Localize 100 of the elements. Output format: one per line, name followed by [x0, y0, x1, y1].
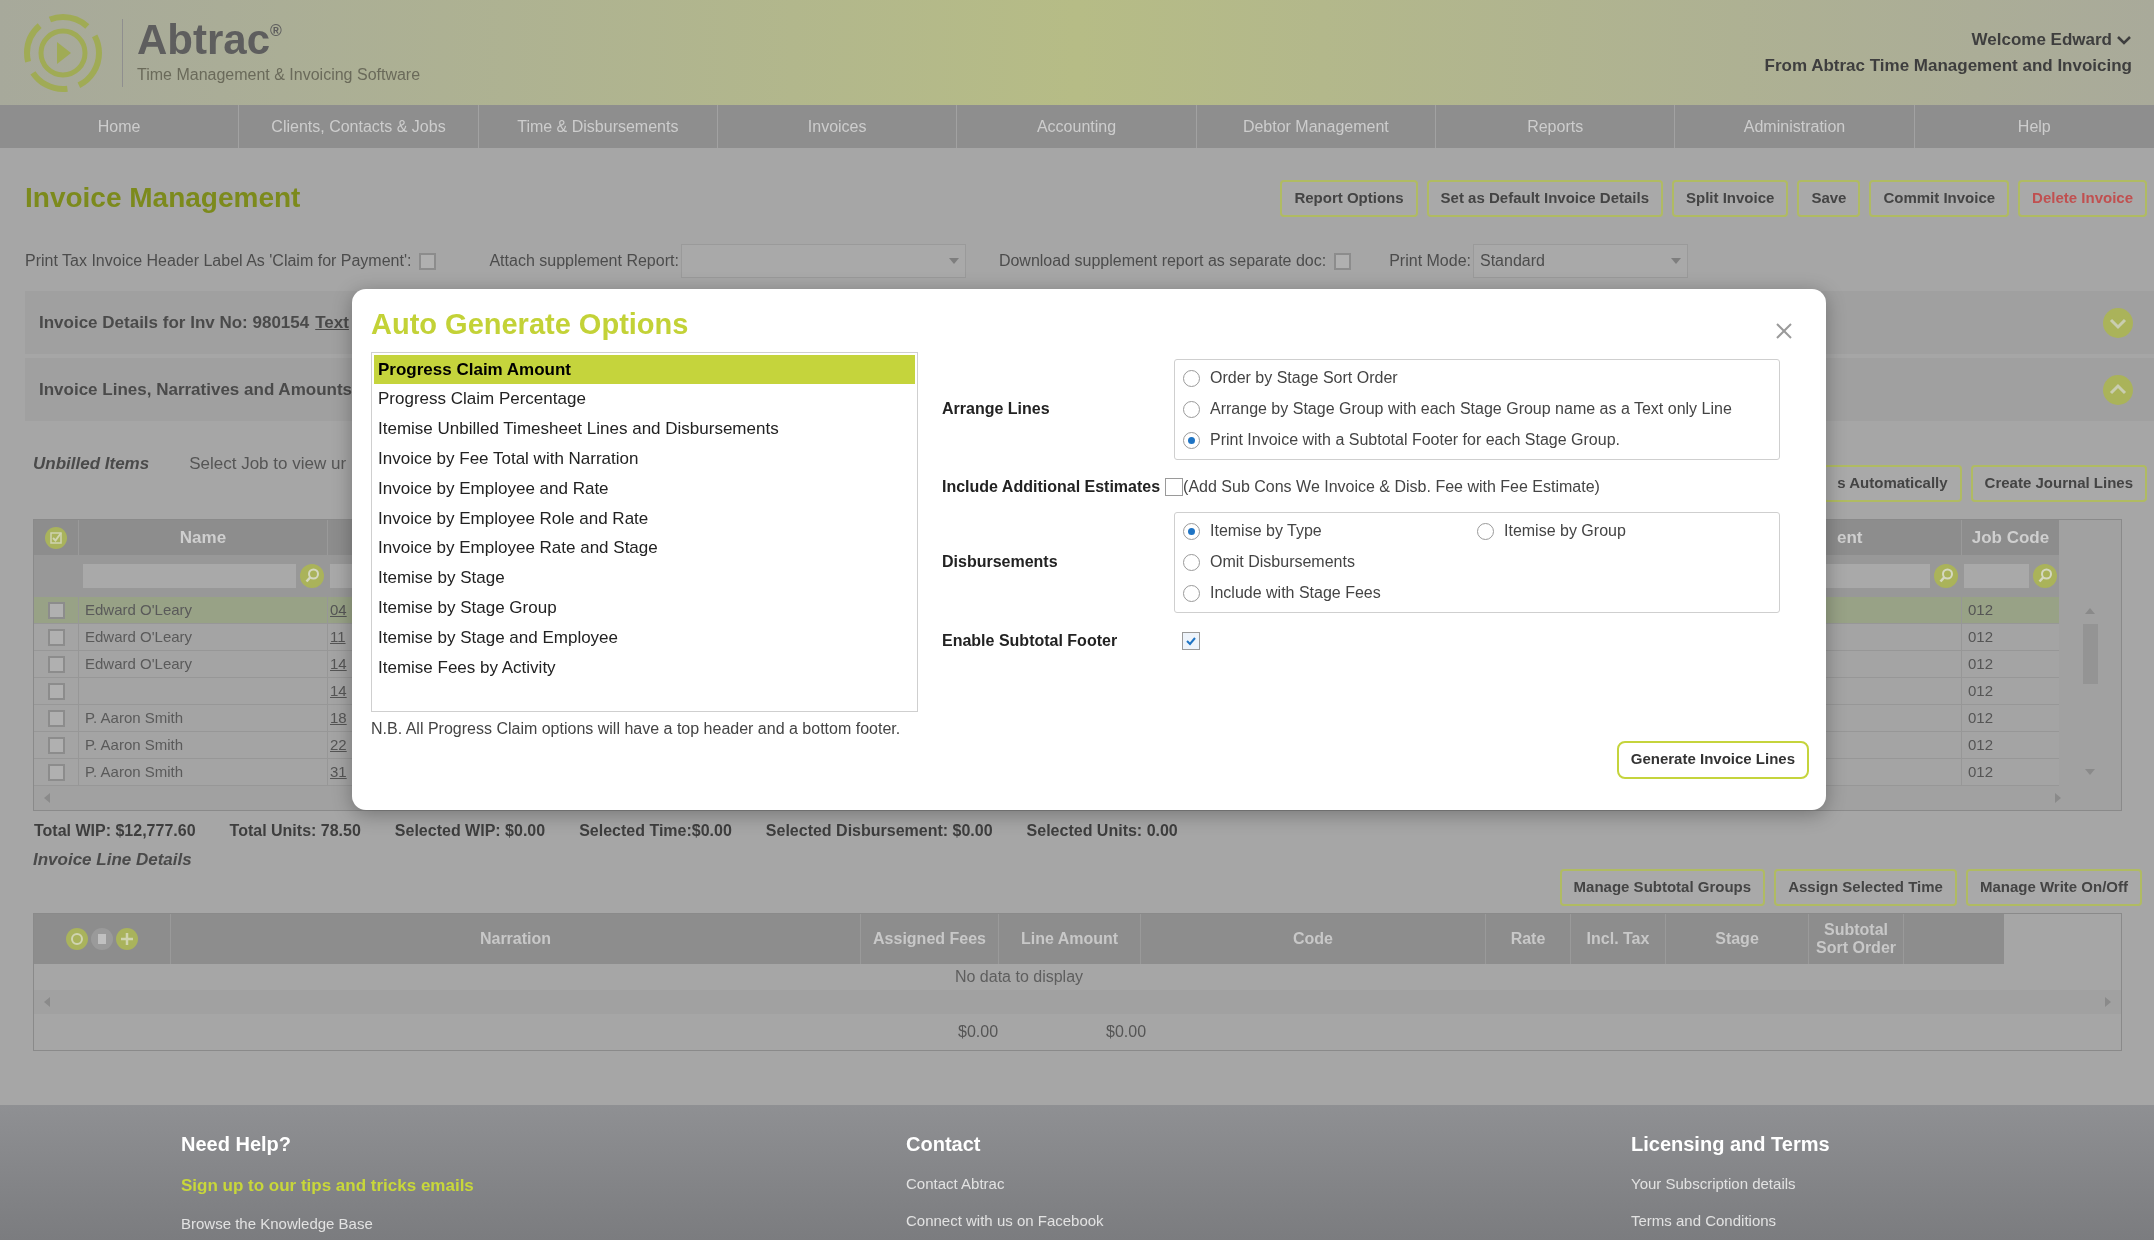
- action-button[interactable]: Save: [1797, 179, 1861, 217]
- action-button[interactable]: Delete Invoice: [2018, 179, 2147, 217]
- checkbox[interactable]: [47, 763, 65, 781]
- total-label: Selected Time:$0.00: [579, 821, 732, 841]
- list-item[interactable]: Progress Claim Amount: [374, 354, 915, 385]
- close-icon[interactable]: [1776, 323, 1792, 339]
- radio-button[interactable]: [1183, 400, 1200, 418]
- radio-button[interactable]: [1477, 522, 1494, 540]
- checkbox[interactable]: [47, 709, 65, 727]
- empty-message: No data to display: [954, 967, 1084, 987]
- column-header[interactable]: Stage: [1666, 914, 1809, 964]
- footer-heading: Contact: [906, 1132, 982, 1157]
- trash-icon[interactable]: [91, 928, 113, 950]
- list-item[interactable]: Invoice by Employee Role and Rate: [374, 503, 915, 534]
- list-item[interactable]: Progress Claim Percentage: [374, 384, 915, 415]
- search-icon[interactable]: [1934, 564, 1958, 588]
- nav-item[interactable]: Debtor Management: [1196, 105, 1436, 148]
- table-link[interactable]: 04: [330, 598, 347, 622]
- checkbox[interactable]: [47, 682, 65, 700]
- checkbox[interactable]: [1182, 631, 1200, 650]
- select-all-icon[interactable]: [45, 526, 67, 549]
- nav-item[interactable]: Administration: [1675, 105, 1915, 148]
- nav-item[interactable]: Clients, Contacts & Jobs: [239, 105, 479, 148]
- column-header[interactable]: Subtotal Sort Order: [1809, 914, 1904, 964]
- total-label: Total Units: 78.50: [229, 821, 361, 841]
- column-header[interactable]: Narration: [171, 914, 861, 964]
- table-link[interactable]: 14: [330, 679, 347, 703]
- table-link[interactable]: 31: [330, 760, 347, 784]
- chevron-up-icon[interactable]: [2102, 373, 2134, 406]
- footer-link[interactable]: Connect with us on Facebook: [906, 1209, 1631, 1232]
- search-icon[interactable]: [2033, 564, 2057, 588]
- radio-button[interactable]: [1183, 431, 1200, 449]
- action-button[interactable]: Create Journal Lines: [1970, 465, 2147, 502]
- checkbox[interactable]: [47, 655, 65, 673]
- checkbox[interactable]: [47, 736, 65, 754]
- list-item[interactable]: Itemise by Stage Group: [374, 592, 915, 623]
- column-header[interactable]: Name: [79, 520, 328, 555]
- table-link[interactable]: 14: [330, 652, 347, 676]
- footer-link[interactable]: Contact Abtrac: [906, 1173, 1631, 1196]
- table-link[interactable]: 18: [330, 706, 347, 730]
- column-header[interactable]: Code: [1141, 914, 1486, 964]
- nav-item[interactable]: Invoices: [718, 105, 958, 148]
- column-header[interactable]: ent: [1825, 520, 1962, 555]
- filter-field[interactable]: [1825, 564, 1930, 588]
- checkbox[interactable]: [47, 628, 65, 646]
- refresh-icon[interactable]: [66, 928, 88, 950]
- nav-item[interactable]: Help: [1914, 105, 2154, 148]
- checkbox[interactable]: [1165, 477, 1184, 496]
- table-link[interactable]: 22: [330, 733, 347, 757]
- radio-button[interactable]: [1183, 584, 1200, 602]
- footer-link[interactable]: Terms and Conditions: [1631, 1209, 2154, 1232]
- add-icon[interactable]: [116, 928, 138, 950]
- radio-button[interactable]: [1183, 553, 1200, 571]
- nav-item[interactable]: Accounting: [957, 105, 1197, 148]
- footer-link[interactable]: Browse the Knowledge Base: [181, 1212, 906, 1235]
- nav-item[interactable]: Reports: [1436, 105, 1676, 148]
- list-item[interactable]: Itemise Unbilled Timesheet Lines and Disbursements: [374, 414, 915, 444]
- table-cell-text: P. Aaron Smith: [85, 707, 184, 728]
- supplement-select[interactable]: [680, 244, 966, 278]
- text-link[interactable]: Text: [315, 309, 349, 336]
- search-icon[interactable]: [300, 564, 324, 588]
- table-link[interactable]: 11: [330, 625, 346, 649]
- action-button[interactable]: Split Invoice: [1672, 179, 1789, 217]
- total-label: Total WIP: $12,777.60: [34, 821, 196, 841]
- checkbox[interactable]: [1334, 252, 1352, 270]
- column-header[interactable]: Rate: [1486, 914, 1571, 964]
- action-button[interactable]: s Automatically: [1823, 465, 1962, 502]
- action-button[interactable]: Set as Default Invoice Details: [1426, 179, 1663, 217]
- list-item[interactable]: Itemise Fees by Activity: [374, 652, 915, 683]
- footer-link[interactable]: Your Subscription details: [1631, 1173, 2154, 1196]
- table-cell-text: 012: [1968, 734, 1994, 755]
- nav-item[interactable]: Time & Disbursements: [478, 105, 718, 148]
- checkbox[interactable]: [47, 601, 65, 619]
- action-button[interactable]: Commit Invoice: [1869, 179, 2010, 217]
- column-header[interactable]: Job Code: [1962, 520, 2059, 555]
- list-item[interactable]: Invoice by Employee and Rate: [374, 473, 915, 504]
- radio-button[interactable]: [1183, 522, 1200, 540]
- checkbox[interactable]: [419, 252, 437, 270]
- action-button[interactable]: Manage Subtotal Groups: [1559, 869, 1766, 906]
- chevron-down-icon[interactable]: [2102, 306, 2134, 339]
- welcome-menu[interactable]: Welcome Edward: [1971, 27, 2132, 53]
- table-cell-text: 012: [1968, 761, 1994, 782]
- action-button[interactable]: Assign Selected Time: [1774, 869, 1957, 906]
- list-item[interactable]: Itemise by Stage: [374, 563, 915, 593]
- field-label: Disbursements: [942, 552, 1059, 572]
- list-item[interactable]: Invoice by Fee Total with Narration: [374, 443, 915, 474]
- action-button[interactable]: Manage Write On/Off: [1965, 869, 2142, 906]
- print-mode-select[interactable]: Standard: [1473, 244, 1688, 278]
- action-button[interactable]: Report Options: [1280, 179, 1418, 217]
- radio-label: Itemise by Group: [1504, 521, 1626, 541]
- radio-button[interactable]: [1183, 369, 1200, 387]
- column-header[interactable]: Line Amount: [999, 914, 1141, 964]
- column-header[interactable]: Incl. Tax: [1571, 914, 1666, 964]
- column-header[interactable]: Assigned Fees: [861, 914, 999, 964]
- table-cell-text: 012: [1968, 680, 1994, 701]
- nav-item[interactable]: Home: [0, 105, 240, 148]
- list-item[interactable]: Invoice by Employee Rate and Stage: [374, 533, 915, 564]
- list-item[interactable]: Itemise by Stage and Employee: [374, 622, 915, 653]
- footer-link[interactable]: Sign up to our tips and tricks emails: [181, 1173, 906, 1199]
- generate-button[interactable]: Generate Invoice Lines: [1616, 740, 1809, 779]
